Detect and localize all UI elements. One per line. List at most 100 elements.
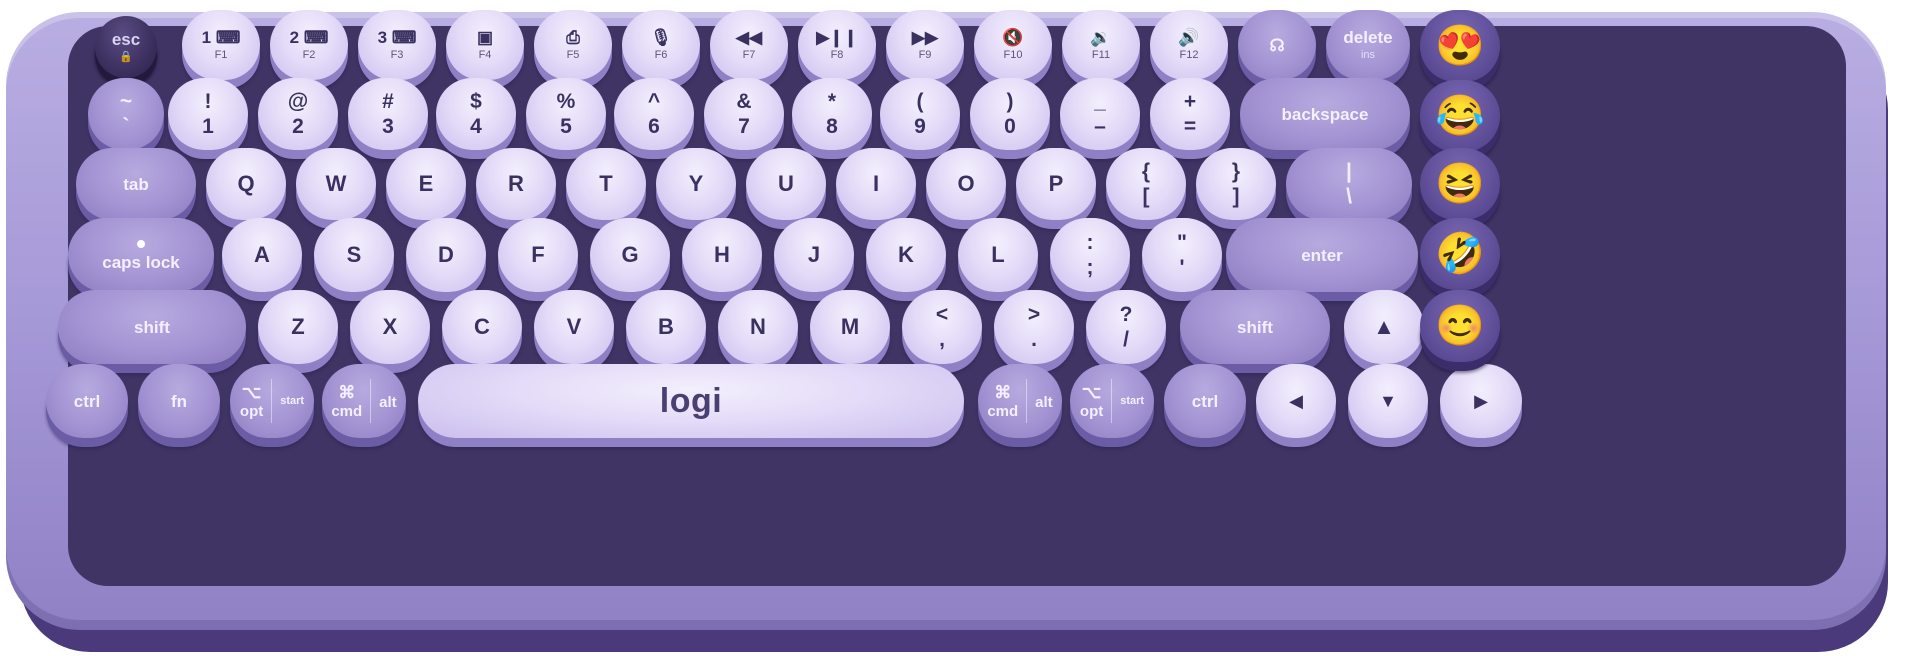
key-r[interactable]: R: [476, 148, 556, 220]
key-emoji-1[interactable]: 😍: [1420, 10, 1500, 82]
key-slash[interactable]: ? /: [1086, 290, 1166, 364]
key-c[interactable]: C: [442, 290, 522, 364]
key-delete[interactable]: delete ins: [1326, 10, 1410, 80]
key-quote[interactable]: " ': [1142, 218, 1222, 292]
key-e[interactable]: E: [386, 148, 466, 220]
key-fn[interactable]: fn: [138, 364, 220, 438]
key-equals-label: =: [1183, 115, 1197, 138]
key-f3[interactable]: 3 ⌨ F3: [358, 10, 436, 80]
key-f6[interactable]: 🎙 F6: [622, 10, 700, 80]
key-equals[interactable]: + =: [1150, 78, 1230, 150]
key-a[interactable]: A: [222, 218, 302, 292]
key-y[interactable]: Y: [656, 148, 736, 220]
key-opt-left[interactable]: ⌥ opt start: [230, 364, 314, 438]
key-f2-label: 2 ⌨: [289, 28, 329, 47]
key-u-label: U: [778, 171, 794, 196]
key-t[interactable]: T: [566, 148, 646, 220]
key-tilde[interactable]: ~ `: [88, 78, 164, 150]
key-lbracket[interactable]: {[: [1106, 148, 1186, 220]
key-f10[interactable]: 🔇 F10: [974, 10, 1052, 80]
key-0[interactable]: ) 0: [970, 78, 1050, 150]
key-cmd-left[interactable]: ⌘ cmd alt: [322, 364, 406, 438]
key-tab[interactable]: tab: [76, 148, 196, 220]
key-arrow-right[interactable]: ▶: [1440, 364, 1522, 438]
key-v[interactable]: V: [534, 290, 614, 364]
key-rbracket-label: ]: [1232, 185, 1240, 208]
key-f2[interactable]: 2 ⌨ F2: [270, 10, 348, 80]
key-ctrl-left-label: ctrl: [73, 391, 101, 411]
key-1[interactable]: ! 1: [168, 78, 248, 150]
key-comma[interactable]: <,: [902, 290, 982, 364]
key-7[interactable]: & 7: [704, 78, 784, 150]
key-emoji-5[interactable]: 😊: [1420, 290, 1500, 362]
key-f9[interactable]: ▶▶ F9: [886, 10, 964, 80]
key-2-shift-label: @: [287, 90, 309, 113]
space-logi-logo: logi: [659, 381, 723, 420]
key-6[interactable]: ^ 6: [614, 78, 694, 150]
key-opt-left-glyph: ⌥: [241, 382, 262, 402]
key-s[interactable]: S: [314, 218, 394, 292]
key-rbracket[interactable]: }]: [1196, 148, 1276, 220]
key-opt-left-right-legend: start: [272, 395, 312, 407]
key-capslock[interactable]: caps lock: [68, 218, 214, 292]
key-p[interactable]: P: [1016, 148, 1096, 220]
key-ctrl-right[interactable]: ctrl: [1164, 364, 1246, 438]
key-semicolon[interactable]: :;: [1050, 218, 1130, 292]
key-dictation[interactable]: ☊: [1238, 10, 1316, 80]
key-l-label: L: [991, 242, 1005, 267]
key-o[interactable]: O: [926, 148, 1006, 220]
emoji-icon-4: 🤣: [1435, 232, 1485, 276]
key-f1[interactable]: 1 ⌨ F1: [182, 10, 260, 80]
key-u[interactable]: U: [746, 148, 826, 220]
key-w[interactable]: W: [296, 148, 376, 220]
key-f[interactable]: F: [498, 218, 578, 292]
key-period[interactable]: >.: [994, 290, 1074, 364]
key-h[interactable]: H: [682, 218, 762, 292]
key-cmd-right[interactable]: ⌘ cmd alt: [978, 364, 1062, 438]
key-j[interactable]: J: [774, 218, 854, 292]
key-x[interactable]: X: [350, 290, 430, 364]
key-opt-right[interactable]: ⌥ opt start: [1070, 364, 1154, 438]
key-f5[interactable]: ⎙ F5: [534, 10, 612, 80]
key-emoji-4[interactable]: 🤣: [1420, 218, 1500, 290]
key-5[interactable]: % 5: [526, 78, 606, 150]
key-emoji-2[interactable]: 😂: [1420, 80, 1500, 152]
key-space[interactable]: logi: [418, 364, 964, 438]
key-m[interactable]: M: [810, 290, 890, 364]
key-8[interactable]: * 8: [792, 78, 872, 150]
key-g[interactable]: G: [590, 218, 670, 292]
key-ctrl-left[interactable]: ctrl: [46, 364, 128, 438]
key-shift-right[interactable]: shift: [1180, 290, 1330, 364]
key-f1-sublabel: F1: [214, 49, 228, 61]
key-arrow-up[interactable]: ▲: [1344, 290, 1424, 364]
key-minus[interactable]: _ –: [1060, 78, 1140, 150]
key-arrow-down[interactable]: ▼: [1348, 364, 1428, 438]
key-q[interactable]: Q: [206, 148, 286, 220]
key-3[interactable]: #3: [348, 78, 428, 150]
key-enter[interactable]: enter: [1226, 218, 1418, 292]
key-2[interactable]: @2: [258, 78, 338, 150]
key-z[interactable]: Z: [258, 290, 338, 364]
key-9-shift-label: (: [916, 90, 924, 113]
key-i[interactable]: I: [836, 148, 916, 220]
key-4[interactable]: $4: [436, 78, 516, 150]
key-emoji-3[interactable]: 😆: [1420, 148, 1500, 220]
key-n[interactable]: N: [718, 290, 798, 364]
key-f11[interactable]: 🔉 F11: [1062, 10, 1140, 80]
key-f12[interactable]: 🔊 F12: [1150, 10, 1228, 80]
key-shift-left[interactable]: shift: [58, 290, 246, 364]
key-f7[interactable]: ◀◀ F7: [710, 10, 788, 80]
key-9[interactable]: (9: [880, 78, 960, 150]
key-k[interactable]: K: [866, 218, 946, 292]
key-backslash[interactable]: | \: [1286, 148, 1412, 220]
key-cmd-left-left-legend: ⌘ cmd: [323, 384, 370, 419]
key-f8[interactable]: ▶❙❙ F8: [798, 10, 876, 80]
key-f4[interactable]: ▣ F4: [446, 10, 524, 80]
key-arrow-left[interactable]: ◀: [1256, 364, 1336, 438]
key-b[interactable]: B: [626, 290, 706, 364]
key-d[interactable]: D: [406, 218, 486, 292]
key-backspace[interactable]: backspace: [1240, 78, 1410, 150]
key-esc[interactable]: esc 🔒: [95, 16, 157, 78]
key-l[interactable]: L: [958, 218, 1038, 292]
key-f12-label: 🔊: [1178, 28, 1200, 47]
